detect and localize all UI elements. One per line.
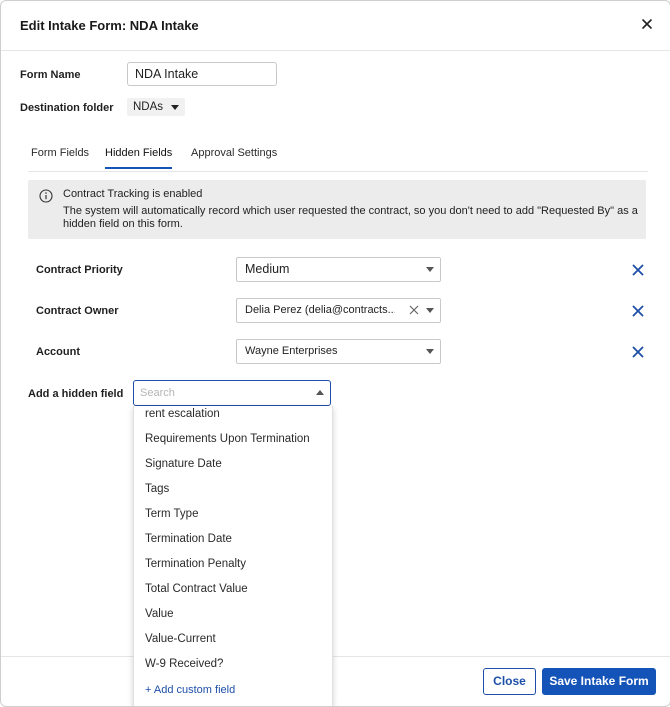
edit-intake-form-dialog: Edit Intake Form: NDA Intake Form Name N…	[0, 0, 670, 707]
add-custom-field-link[interactable]: + Add custom field	[145, 684, 235, 696]
remove-field-icon[interactable]	[632, 346, 644, 358]
caret-down-icon	[426, 267, 434, 272]
info-banner: Contract Tracking is enabled The system …	[28, 180, 646, 239]
dropdown-option[interactable]: Signature Date	[145, 458, 222, 470]
dropdown-option[interactable]: rent escalation	[145, 408, 220, 420]
dropdown-option[interactable]: Tags	[145, 483, 169, 495]
save-intake-form-button[interactable]: Save Intake Form	[542, 668, 656, 695]
tab-approval-settings[interactable]: Approval Settings	[191, 147, 277, 167]
close-button[interactable]: Close	[483, 668, 536, 695]
dropdown-option[interactable]: Value	[145, 608, 174, 620]
account-value: Wayne Enterprises	[245, 345, 338, 357]
destination-folder-select[interactable]: NDAs	[127, 98, 186, 116]
tab-form-fields[interactable]: Form Fields	[31, 147, 89, 167]
contract-owner-value: Delia Perez (delia@contracts...	[245, 304, 395, 316]
hidden-field-search[interactable]	[133, 380, 331, 406]
add-hidden-field-label: Add a hidden field	[28, 388, 124, 400]
tab-hidden-fields[interactable]: Hidden Fields	[105, 147, 173, 169]
banner-text: The system will automatically record whi…	[63, 205, 638, 230]
dropdown-option[interactable]: Total Contract Value	[145, 583, 248, 595]
dropdown-option[interactable]: Termination Penalty	[145, 558, 246, 570]
caret-up-icon[interactable]	[316, 390, 324, 395]
hidden-field-search-input[interactable]	[140, 385, 300, 401]
info-icon	[39, 189, 53, 203]
contract-priority-select[interactable]: Medium	[236, 257, 441, 282]
contract-priority-value: Medium	[245, 262, 290, 276]
remove-field-icon[interactable]	[632, 264, 644, 276]
dialog-header: Edit Intake Form: NDA Intake	[1, 1, 670, 51]
hidden-field-label: Contract Owner	[36, 305, 119, 317]
clear-icon[interactable]	[409, 305, 419, 315]
caret-down-icon	[426, 349, 434, 354]
dialog-title: Edit Intake Form: NDA Intake	[20, 18, 199, 33]
dropdown-option[interactable]: Value-Current	[145, 633, 216, 645]
destination-folder-label: Destination folder	[20, 102, 114, 114]
caret-down-icon	[171, 104, 180, 110]
hidden-field-label: Contract Priority	[36, 264, 123, 276]
destination-folder-value: NDAs	[133, 101, 164, 113]
tab-bar: Form Fields Hidden Fields Approval Setti…	[28, 141, 648, 172]
account-select[interactable]: Wayne Enterprises	[236, 339, 441, 364]
caret-down-icon	[426, 308, 434, 313]
dropdown-option[interactable]: W-9 Received?	[145, 658, 223, 670]
remove-field-icon[interactable]	[632, 305, 644, 317]
hidden-field-label: Account	[36, 346, 80, 358]
contract-owner-select[interactable]: Delia Perez (delia@contracts...	[236, 298, 441, 323]
banner-title: Contract Tracking is enabled	[63, 188, 203, 200]
form-name-input[interactable]: NDA Intake	[127, 62, 277, 86]
dropdown-option[interactable]: Requirements Upon Termination	[145, 433, 310, 445]
form-name-label: Form Name	[20, 69, 81, 81]
dropdown-option[interactable]: Termination Date	[145, 533, 232, 545]
close-icon[interactable]	[638, 15, 656, 33]
dropdown-option[interactable]: Term Type	[145, 508, 198, 520]
hidden-field-dropdown: rent escalation Requirements Upon Termin…	[133, 406, 333, 706]
